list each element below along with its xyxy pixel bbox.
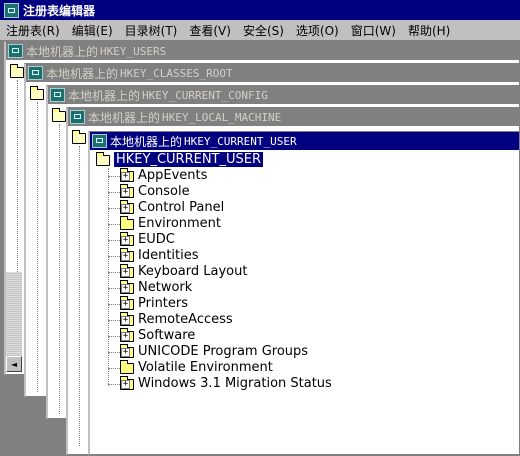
- window-title-prefix: 本地机器上的: [68, 88, 141, 103]
- window-icon[interactable]: [70, 110, 85, 124]
- expand-plus-icon[interactable]: +: [121, 284, 130, 293]
- menu-view[interactable]: 查看(V): [183, 22, 237, 39]
- folder-open-icon: [30, 86, 44, 100]
- expand-plus-icon[interactable]: +: [121, 236, 130, 245]
- menu-security[interactable]: 安全(S): [237, 22, 290, 39]
- tree-node-label[interactable]: Keyboard Layout: [138, 264, 247, 280]
- expand-plus-icon[interactable]: +: [121, 348, 130, 357]
- window-title-hive: HKEY_CLASSES_ROOT: [120, 66, 233, 80]
- tree-node[interactable]: + Printers: [90, 296, 519, 312]
- expand-plus-icon[interactable]: +: [121, 268, 130, 277]
- folder-open-icon: [10, 64, 24, 78]
- window-title-hive: HKEY_CURRENT_CONFIG: [142, 88, 268, 102]
- tree-node-label[interactable]: EUDC: [138, 232, 175, 248]
- tree-node-label[interactable]: Environment: [138, 216, 221, 232]
- window-title-prefix: 本地机器上的: [88, 110, 161, 125]
- window-icon[interactable]: [92, 134, 107, 148]
- tree-node-label[interactable]: Network: [138, 280, 192, 296]
- tree-node[interactable]: + UNICODE Program Groups: [90, 344, 519, 360]
- menu-bar: 注册表(R) 编辑(E) 目录树(T) 查看(V) 安全(S) 选项(O) 窗口…: [0, 20, 520, 41]
- window-hkey-current-user[interactable]: 本地机器上的 HKEY_CURRENT_USER HKEY_CURRENT_US…: [88, 131, 520, 455]
- expand-plus-icon[interactable]: +: [121, 332, 130, 341]
- mdi-workspace: 本地机器上的 HKEY_USERS ◄ 本地机器上的 HKEY_CLASSES_…: [0, 41, 520, 455]
- expand-plus-icon[interactable]: +: [121, 300, 130, 309]
- tree-node-label[interactable]: Software: [138, 328, 195, 344]
- window-titlebar[interactable]: 本地机器上的 HKEY_LOCAL_MACHINE: [68, 108, 519, 126]
- window-title-hive: HKEY_LOCAL_MACHINE: [162, 110, 282, 124]
- window-title-prefix: 本地机器上的: [110, 134, 183, 149]
- tree-root-node[interactable]: HKEY_CURRENT_USER: [90, 151, 519, 168]
- tree-node[interactable]: + Identities: [90, 248, 519, 264]
- window-icon[interactable]: [28, 66, 43, 80]
- tree-node-label[interactable]: Control Panel: [138, 200, 224, 216]
- tree-node[interactable]: Volatile Environment: [90, 360, 519, 376]
- tree-node[interactable]: Environment: [90, 216, 519, 232]
- window-title-hive: HKEY_CURRENT_USER: [184, 134, 297, 148]
- tree-node-label[interactable]: Printers: [138, 296, 188, 312]
- expand-plus-icon[interactable]: +: [121, 252, 130, 261]
- scroll-left-button[interactable]: ◄: [6, 356, 22, 372]
- folder-open-icon: [72, 130, 86, 144]
- window-titlebar[interactable]: 本地机器上的 HKEY_CLASSES_ROOT: [26, 64, 519, 82]
- window-title-prefix: 本地机器上的: [26, 44, 99, 59]
- tree-node[interactable]: + EUDC: [90, 232, 519, 248]
- tree-node[interactable]: + Network: [90, 280, 519, 296]
- tree-node-label[interactable]: AppEvents: [138, 168, 207, 184]
- expand-plus-icon[interactable]: +: [121, 380, 130, 389]
- tree-node[interactable]: + Windows 3.1 Migration Status: [90, 376, 519, 392]
- expand-plus-icon[interactable]: +: [121, 188, 130, 197]
- tree-node[interactable]: + Keyboard Layout: [90, 264, 519, 280]
- registry-tree: HKEY_CURRENT_USER + AppEvents + Console + Con…: [90, 150, 519, 456]
- menu-options[interactable]: 选项(O): [290, 22, 345, 39]
- folder-icon: [120, 216, 134, 230]
- tree-node[interactable]: + Console: [90, 184, 519, 200]
- app-titlebar[interactable]: 注册表编辑器: [0, 0, 520, 20]
- expand-plus-icon[interactable]: +: [121, 172, 130, 181]
- menu-window[interactable]: 窗口(W): [345, 22, 402, 39]
- window-icon[interactable]: [8, 44, 23, 58]
- expand-plus-icon[interactable]: +: [121, 316, 130, 325]
- tree-node-label[interactable]: Volatile Environment: [138, 360, 273, 376]
- tree-node-label[interactable]: RemoteAccess: [138, 312, 233, 328]
- tree-node[interactable]: + AppEvents: [90, 168, 519, 184]
- folder-open-icon: [96, 152, 110, 166]
- window-titlebar[interactable]: 本地机器上的 HKEY_CURRENT_CONFIG: [48, 86, 519, 104]
- tree-node[interactable]: + Software: [90, 328, 519, 344]
- window-title-prefix: 本地机器上的: [46, 66, 119, 81]
- tree-node-label[interactable]: UNICODE Program Groups: [138, 344, 308, 360]
- menu-edit[interactable]: 编辑(E): [66, 22, 119, 39]
- folder-icon: [120, 360, 134, 374]
- app-title: 注册表编辑器: [23, 3, 96, 18]
- expand-plus-icon[interactable]: +: [121, 204, 130, 213]
- window-icon[interactable]: [50, 88, 65, 102]
- menu-registry[interactable]: 注册表(R): [0, 22, 66, 39]
- tree-node-label[interactable]: Identities: [138, 248, 199, 264]
- tree-node[interactable]: + Control Panel: [90, 200, 519, 216]
- window-title-hive: HKEY_USERS: [100, 44, 167, 58]
- regedit-app-icon[interactable]: [4, 2, 19, 18]
- tree-node-label[interactable]: Windows 3.1 Migration Status: [138, 376, 332, 392]
- menu-help[interactable]: 帮助(H): [402, 22, 456, 39]
- folder-open-icon: [52, 108, 66, 122]
- menu-tree[interactable]: 目录树(T): [119, 22, 184, 39]
- window-titlebar[interactable]: 本地机器上的 HKEY_USERS: [6, 42, 519, 60]
- tree-node[interactable]: + RemoteAccess: [90, 312, 519, 328]
- tree-root-label[interactable]: HKEY_CURRENT_USER: [112, 151, 265, 168]
- tree-node-label[interactable]: Console: [138, 184, 190, 200]
- window-titlebar[interactable]: 本地机器上的 HKEY_CURRENT_USER: [90, 132, 519, 150]
